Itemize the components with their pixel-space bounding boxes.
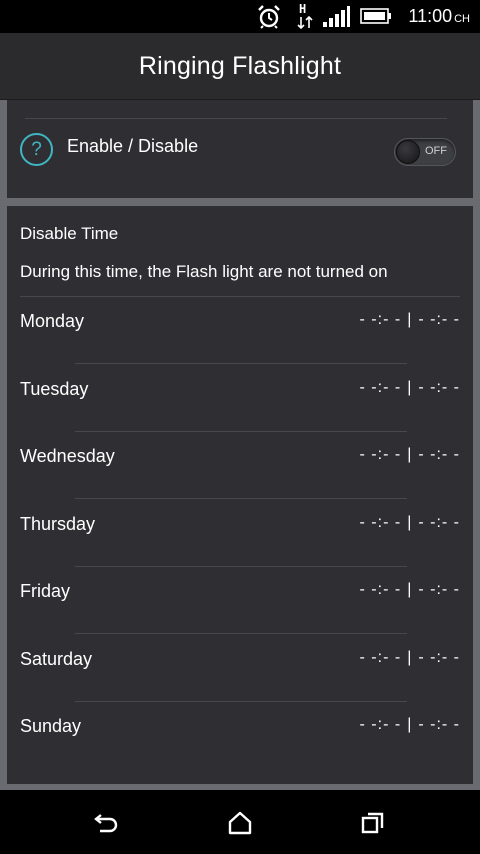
day-label: Saturday	[20, 649, 93, 669]
toggle-state-label: OFF	[425, 145, 447, 157]
day-row-saturday[interactable]: Saturday - -:- - | - -:- -	[7, 635, 473, 702]
time-range[interactable]: - -:- - | - -:- -	[360, 581, 460, 599]
divider	[25, 118, 447, 119]
enable-toggle[interactable]: OFF	[394, 138, 456, 166]
home-icon[interactable]	[225, 808, 255, 838]
signal-icon	[323, 6, 350, 27]
day-row-wednesday[interactable]: Wednesday - -:- - | - -:- -	[7, 432, 473, 499]
time-range[interactable]: - -:- - | - -:- -	[360, 716, 460, 734]
day-row-thursday[interactable]: Thursday - -:- - | - -:- -	[7, 500, 473, 567]
app-bar: Ringing Flashlight	[0, 33, 480, 100]
time-range[interactable]: - -:- - | - -:- -	[360, 379, 460, 397]
day-row-monday[interactable]: Monday - -:- - | - -:- -	[7, 297, 473, 364]
divider	[75, 633, 407, 634]
disable-time-card: Disable Time During this time, the Flash…	[7, 206, 473, 784]
divider	[75, 498, 407, 499]
day-label: Friday	[20, 581, 71, 601]
day-row-friday[interactable]: Friday - -:- - | - -:- -	[7, 567, 473, 634]
divider	[75, 363, 407, 364]
page-title: Ringing Flashlight	[138, 51, 342, 80]
enable-disable-label: Enable / Disable	[67, 136, 199, 156]
time-range[interactable]: - -:- - | - -:- -	[360, 649, 460, 667]
back-icon[interactable]	[92, 808, 122, 838]
alarm-clock-icon	[258, 5, 280, 29]
time-range[interactable]: - -:- - | - -:- -	[360, 311, 460, 329]
day-row-tuesday[interactable]: Tuesday - -:- - | - -:- -	[7, 365, 473, 432]
day-label: Sunday	[20, 716, 82, 736]
day-label: Wednesday	[20, 446, 115, 466]
network-h-icon: H	[296, 2, 314, 30]
day-label: Thursday	[20, 514, 96, 534]
help-icon[interactable]: ?	[20, 133, 53, 166]
day-label: Monday	[20, 311, 85, 331]
time-range[interactable]: - -:- - | - -:- -	[360, 514, 460, 532]
status-bar: H 11:00 CH	[0, 0, 480, 33]
navigation-bar	[0, 790, 480, 854]
recent-apps-icon[interactable]	[358, 808, 388, 838]
enable-card: ? Enable / Disable OFF	[7, 100, 473, 198]
disable-time-description: During this time, the Flash light are no…	[20, 262, 388, 281]
time-range[interactable]: - -:- - | - -:- -	[360, 446, 460, 464]
status-time: 11:00 CH	[408, 6, 470, 26]
battery-icon	[360, 8, 391, 24]
disable-time-heading: Disable Time	[20, 224, 119, 243]
toggle-knob	[396, 140, 420, 164]
content-area: ? Enable / Disable OFF Disable Time Duri…	[0, 100, 480, 790]
day-row-sunday[interactable]: Sunday - -:- - | - -:- -	[7, 702, 473, 769]
day-label: Tuesday	[20, 379, 89, 399]
